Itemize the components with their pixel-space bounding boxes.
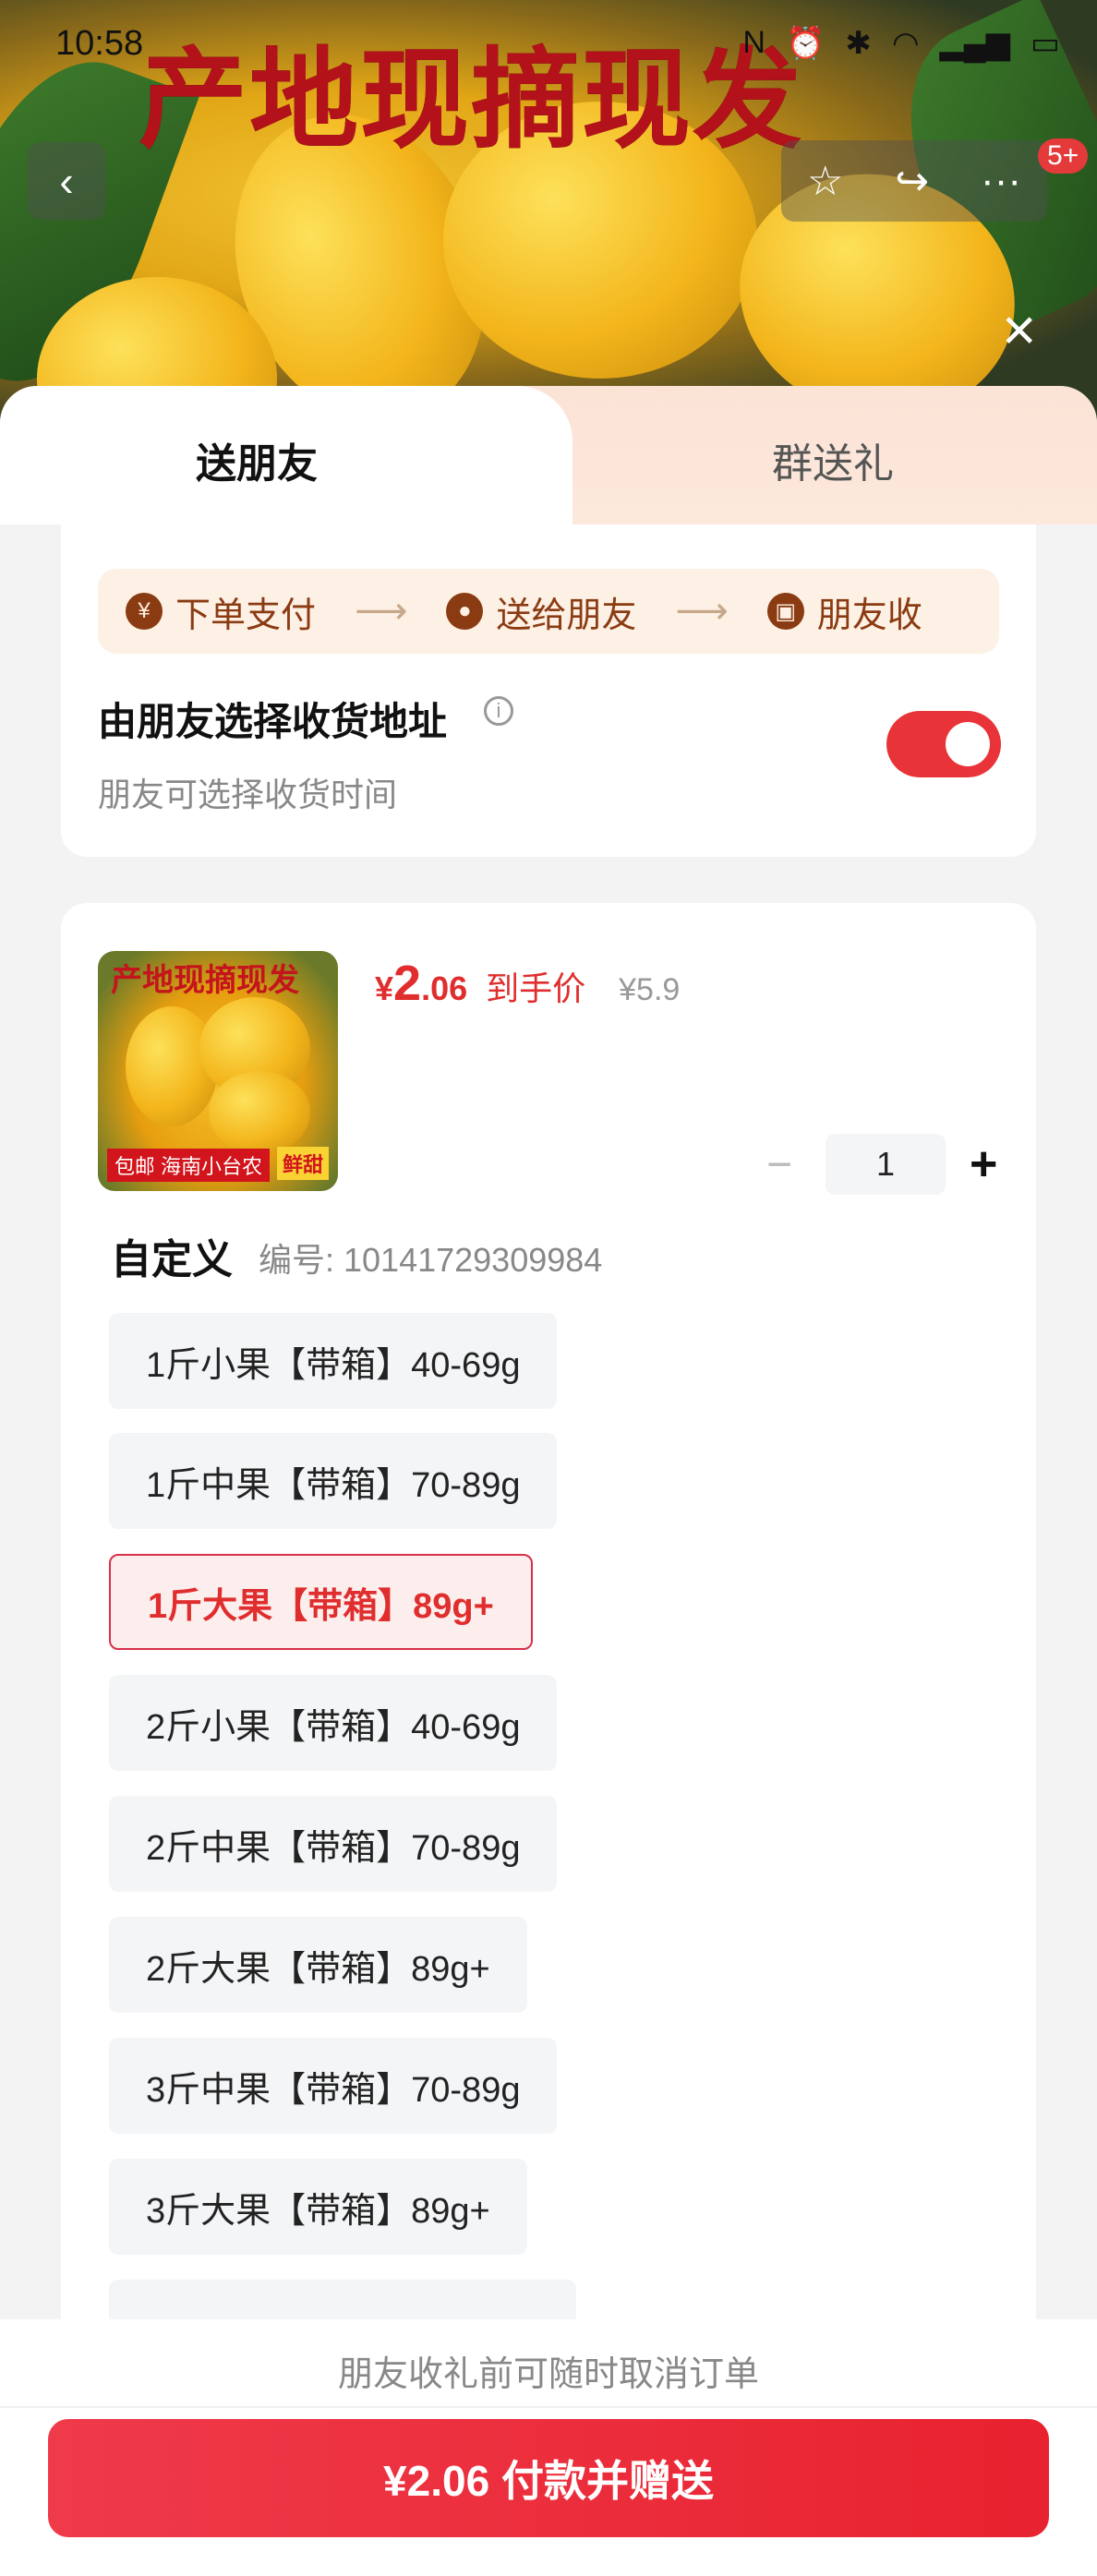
battery-icon: ▭ [1030, 26, 1060, 61]
message-badge: 5+ [1038, 138, 1089, 174]
footer: 朋友收礼前可随时取消订单 ¥2.06 付款并赠送 [0, 2319, 1097, 2576]
step-label: 朋友收 [816, 596, 922, 635]
nfc-icon: N [742, 25, 765, 60]
spec-option[interactable]: 3斤大果【带箱】89g+ [109, 2159, 527, 2255]
wechat-icon: ● [446, 593, 484, 630]
step-send: ● 送给朋友 [446, 586, 636, 637]
status-bar: 10:58 N ⏰ ✱ ◠ ▂▄▆ ▭ [55, 20, 1060, 66]
cancel-note: 朋友收礼前可随时取消订单 [337, 2355, 759, 2394]
tab-bar: 送朋友 群送礼 [0, 386, 1097, 524]
step-pay: ¥ 下单支付 [126, 586, 316, 637]
gift-steps: ¥ 下单支付 ⟶ ● 送给朋友 ⟶ ▣ 朋友收 [98, 569, 999, 654]
alarm-icon: ⏰ [785, 26, 826, 61]
spec-option[interactable]: 1斤小果【带箱】40-69g [109, 1313, 558, 1409]
signal-icon: ▂▄▆ [939, 26, 1010, 61]
pay-and-gift-button[interactable]: ¥2.06 付款并赠送 [48, 2419, 1049, 2537]
toggle-knob [946, 722, 990, 766]
price-decimal: .06 [421, 969, 468, 1007]
back-button[interactable]: ‹ [28, 142, 105, 220]
gift-sheet: 送朋友 群送礼 ¥ 下单支付 ⟶ ● 送给朋友 ⟶ ▣ 朋友收 由朋友选择收货地… [0, 386, 1097, 2576]
increase-button[interactable]: + [970, 1137, 997, 1192]
spec-option[interactable]: 2斤大果【带箱】89g+ [109, 1917, 527, 2013]
top-actions: ☆ ↪ ··· [781, 140, 1047, 222]
product-code: 编号: 10141729309984 [259, 1241, 603, 1279]
info-icon[interactable]: i [484, 696, 513, 726]
price: ¥ 2 .06 到手价 ¥5.9 [375, 955, 680, 1012]
mango-decoration [209, 1071, 310, 1154]
spec-option-selected[interactable]: 1斤大果【带箱】89g+ [109, 1554, 533, 1650]
yuan-icon: ¥ [126, 593, 163, 630]
spec-option[interactable]: 1斤中果【带箱】70-89g [109, 1433, 558, 1529]
step-label: 送给朋友 [496, 596, 637, 635]
spec-title: 自定义 [111, 1237, 233, 1282]
address-toggle[interactable] [886, 711, 1001, 777]
step-label: 下单支付 [175, 596, 317, 635]
address-option-subtitle: 朋友可选择收货时间 [98, 776, 398, 813]
quantity-stepper: − 1 + [761, 1134, 997, 1195]
address-option-title: 由朋友选择收货地址 [98, 700, 448, 743]
status-time: 10:58 [55, 23, 144, 63]
product-thumbnail[interactable]: 产地现摘现发 包邮 海南小台农 鲜甜 [98, 951, 338, 1191]
gift-options-card: ¥ 下单支付 ⟶ ● 送给朋友 ⟶ ▣ 朋友收 由朋友选择收货地址 i 朋友可选… [61, 524, 1036, 857]
decrease-button[interactable]: − [761, 1139, 798, 1190]
tab-send-friend-label[interactable]: 送朋友 [196, 430, 318, 489]
status-icons: N ⏰ ✱ ◠ ▂▄▆ ▭ [742, 25, 1060, 62]
arrow-right-icon: ⟶ [355, 591, 408, 632]
price-label: 到手价 [486, 969, 586, 1007]
back-arrow-icon: ‹ [59, 157, 74, 205]
wifi-icon: ◠ [891, 26, 920, 61]
thumb-title: 产地现摘现发 [111, 963, 299, 998]
spec-option[interactable]: 2斤小果【带箱】40-69g [109, 1675, 558, 1771]
step-receive: ▣ 朋友收 [766, 586, 922, 637]
bluetooth-icon: ✱ [845, 26, 872, 61]
gift-icon: ▣ [766, 593, 804, 630]
spec-option[interactable]: 3斤中果【带箱】70-89g [109, 2038, 558, 2134]
tab-group-gift[interactable]: 群送礼 [772, 430, 894, 489]
close-icon[interactable]: × [1002, 300, 1036, 359]
star-icon[interactable]: ☆ [807, 158, 843, 205]
thumb-tag: 鲜甜 [277, 1147, 330, 1180]
divider [0, 2406, 1097, 2408]
quantity-field[interactable]: 1 [826, 1134, 946, 1195]
price-integer: 2 [393, 956, 422, 1011]
spec-option[interactable]: 2斤中果【带箱】70-89g [109, 1796, 558, 1892]
original-price: ¥5.9 [619, 972, 681, 1007]
share-icon[interactable]: ↪ [895, 158, 929, 205]
price-symbol: ¥ [375, 969, 394, 1007]
more-icon[interactable]: ··· [981, 158, 1021, 204]
thumb-tag: 海南小台农 [153, 1149, 271, 1182]
arrow-right-icon: ⟶ [675, 591, 729, 632]
